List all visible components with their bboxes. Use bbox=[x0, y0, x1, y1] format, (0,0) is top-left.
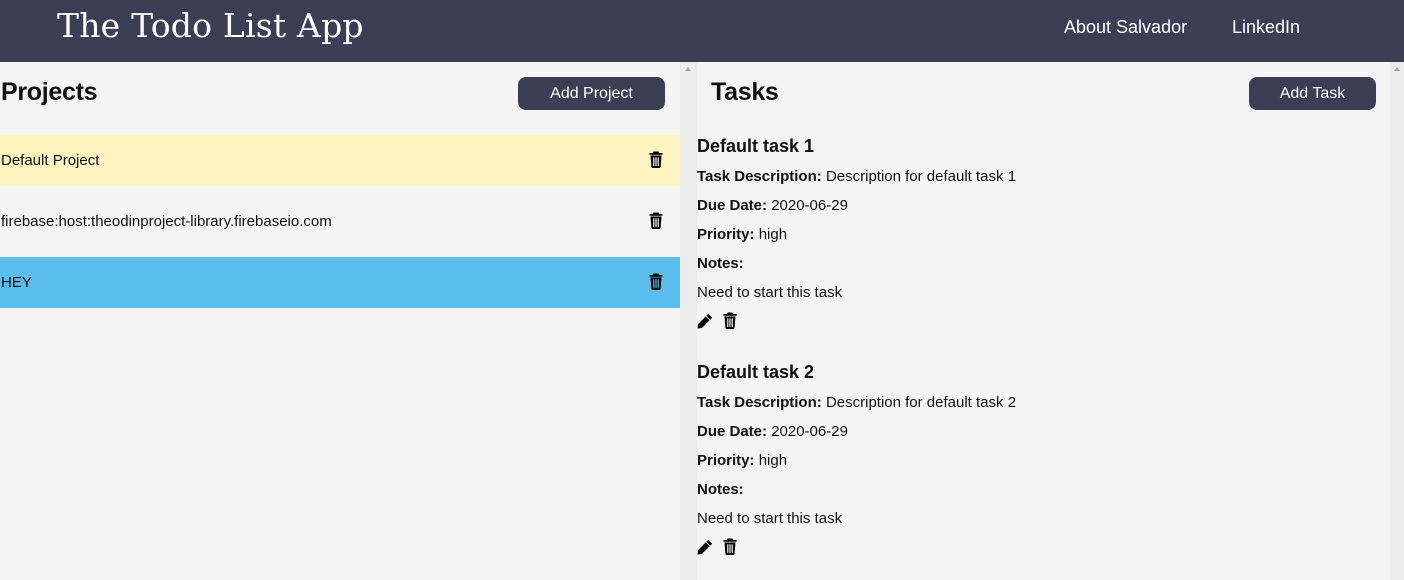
trash-icon[interactable] bbox=[723, 538, 737, 555]
task-description-label: Task Description: bbox=[697, 394, 822, 411]
task-notes-value: Need to start this task bbox=[697, 510, 843, 527]
trash-icon[interactable] bbox=[649, 212, 663, 229]
task-description: Task Description: Description for defaul… bbox=[697, 168, 1016, 185]
task-priority: Priority: high bbox=[697, 452, 787, 469]
projects-scrollbar[interactable] bbox=[680, 62, 697, 580]
task-title: Default task 1 bbox=[697, 136, 815, 156]
task-priority-value: high bbox=[758, 452, 788, 469]
task-due-label: Due Date: bbox=[697, 423, 768, 440]
pencil-icon[interactable] bbox=[697, 313, 713, 329]
project-name: Default Project bbox=[1, 152, 100, 169]
task-due-label: Due Date: bbox=[697, 197, 768, 214]
add-task-button[interactable]: Add Task bbox=[1249, 77, 1376, 110]
pencil-icon[interactable] bbox=[697, 539, 713, 555]
project-name: firebase:host:theodinproject-library.fir… bbox=[1, 213, 332, 230]
nav-link-about[interactable]: About Salvador bbox=[1064, 17, 1187, 38]
project-item-default[interactable]: Default Project bbox=[0, 135, 680, 186]
task-due-date: Due Date: 2020-06-29 bbox=[697, 197, 848, 214]
task-notes-heading: Notes: bbox=[697, 255, 744, 272]
scroll-up-arrow-icon[interactable] bbox=[1394, 67, 1400, 71]
trash-icon[interactable] bbox=[723, 312, 737, 329]
tasks-heading: Tasks bbox=[711, 78, 779, 106]
task-notes-label: Notes: bbox=[697, 255, 744, 272]
scroll-up-arrow-icon[interactable] bbox=[685, 67, 691, 71]
projects-heading: Projects bbox=[1, 78, 98, 106]
project-item-hey[interactable]: HEY bbox=[0, 257, 680, 308]
task-priority-label: Priority: bbox=[697, 226, 755, 243]
project-item-firebase[interactable]: firebase:host:theodinproject-library.fir… bbox=[0, 196, 680, 247]
task-due-value: 2020-06-29 bbox=[771, 423, 848, 440]
tasks-scrollbar[interactable] bbox=[1390, 62, 1404, 580]
navbar: The Todo List App About Salvador LinkedI… bbox=[0, 0, 1404, 62]
task-description-value: Description for default task 1 bbox=[825, 168, 1017, 185]
task-due-value: 2020-06-29 bbox=[771, 197, 848, 214]
task-priority: Priority: high bbox=[697, 226, 787, 243]
task-title: Default task 2 bbox=[697, 362, 815, 382]
task-due-date: Due Date: 2020-06-29 bbox=[697, 423, 848, 440]
project-name: HEY bbox=[1, 274, 32, 291]
task-priority-label: Priority: bbox=[697, 452, 755, 469]
task-notes-value: Need to start this task bbox=[697, 284, 843, 301]
task-description-value: Description for default task 2 bbox=[825, 394, 1017, 411]
task-notes-label: Notes: bbox=[697, 481, 744, 498]
add-project-button[interactable]: Add Project bbox=[518, 77, 665, 110]
task-description-label: Task Description: bbox=[697, 168, 822, 185]
task-description: Task Description: Description for defaul… bbox=[697, 394, 1016, 411]
task-notes-heading: Notes: bbox=[697, 481, 744, 498]
nav-link-linkedin[interactable]: LinkedIn bbox=[1232, 17, 1300, 38]
task-priority-value: high bbox=[758, 226, 788, 243]
trash-icon[interactable] bbox=[649, 273, 663, 290]
app-title: The Todo List App bbox=[57, 6, 364, 45]
trash-icon[interactable] bbox=[649, 151, 663, 168]
